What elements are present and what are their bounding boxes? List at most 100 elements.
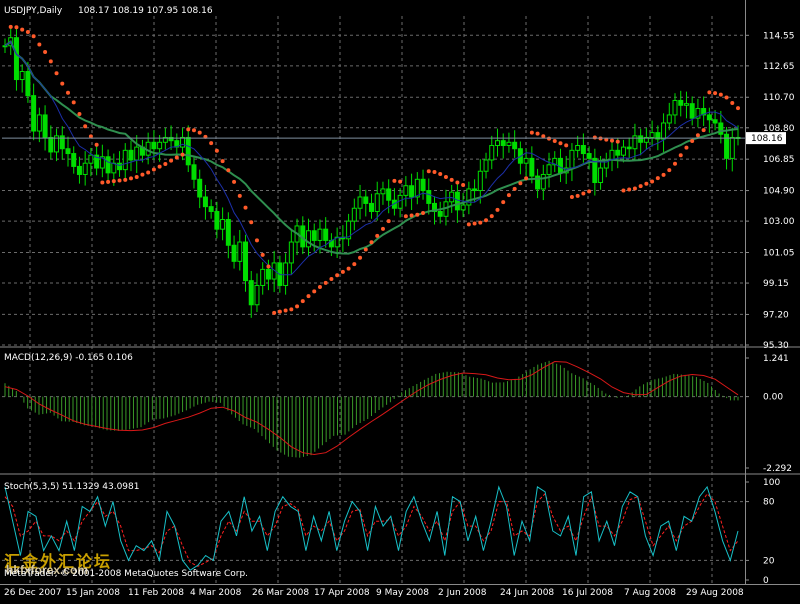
x-tick-label: 7 Aug 2008 xyxy=(624,588,676,598)
sar-dot xyxy=(180,152,185,157)
x-tick-label: 9 May 2008 xyxy=(376,588,429,598)
sar-dot xyxy=(71,100,76,105)
sar-dot xyxy=(587,189,592,194)
candle-body xyxy=(65,148,71,155)
sar-dot xyxy=(409,213,414,218)
candle-body xyxy=(506,141,512,147)
sar-dot xyxy=(60,81,65,86)
candle-body xyxy=(523,157,529,164)
candle-body xyxy=(546,164,552,175)
candle-body xyxy=(311,230,317,241)
candle-body xyxy=(288,241,294,264)
sar-dot xyxy=(312,289,317,294)
y-tick-label: 80 xyxy=(763,498,775,508)
x-tick-label: 24 Jun 2008 xyxy=(500,588,554,598)
candle-body xyxy=(683,103,689,106)
candle-body xyxy=(460,204,466,211)
candle-body xyxy=(128,149,134,161)
candle-body xyxy=(42,114,48,138)
metatrader-credits: MetaTrader, © 2001-2008 MetaQuotes Softw… xyxy=(4,569,249,579)
sar-dot xyxy=(380,226,385,231)
x-tick-label: 26 Mar 2008 xyxy=(252,588,309,598)
chart-root: 26 Dec 2007 15 Jan 2008 11 Feb 2008 4 Mar 2… xyxy=(0,0,800,600)
candle-body xyxy=(420,178,426,192)
candle-body xyxy=(689,103,695,119)
sar-dot xyxy=(220,159,225,164)
sar-dot xyxy=(209,141,214,146)
y-tick-label: 0 xyxy=(763,576,769,586)
candle-body xyxy=(426,190,432,204)
sar-dot xyxy=(592,135,597,140)
sar-dot xyxy=(541,134,546,139)
sar-dot xyxy=(214,148,219,153)
sar-dot xyxy=(289,307,294,312)
candle-body xyxy=(71,153,77,167)
candle-body xyxy=(134,146,140,161)
y-tick-label: 1.241 xyxy=(763,354,789,364)
x-tick-label: 16 Jul 2008 xyxy=(562,588,613,598)
sar-dot xyxy=(506,193,511,198)
candle-body xyxy=(243,241,249,282)
x-tick-label: 26 Dec 2007 xyxy=(4,588,62,598)
sar-dot xyxy=(43,50,48,55)
sar-dot xyxy=(695,133,700,138)
candle-body xyxy=(472,188,478,192)
candle-body xyxy=(25,71,31,97)
stoch-title: Stoch(5,3,5) 51.1329 43.0981 xyxy=(4,482,139,492)
candle-body xyxy=(494,140,500,147)
sar-dot xyxy=(54,71,59,76)
sar-dot xyxy=(678,153,683,158)
sar-dot xyxy=(615,139,620,144)
candle-body xyxy=(214,210,220,230)
candle-body xyxy=(512,141,518,150)
sar-dot xyxy=(461,182,466,187)
sar-dot xyxy=(518,181,523,186)
sar-dot xyxy=(535,131,540,136)
candle-body xyxy=(483,159,489,172)
sar-dot xyxy=(163,162,168,167)
sar-dot xyxy=(37,42,42,47)
candle-body xyxy=(529,157,535,177)
candle-body xyxy=(620,146,626,156)
sar-dot xyxy=(128,176,133,181)
sar-dot xyxy=(529,130,534,135)
candle-body xyxy=(180,136,186,148)
sar-dot xyxy=(736,106,740,111)
sar-dot xyxy=(346,266,351,271)
sar-dot xyxy=(386,219,391,224)
sar-dot xyxy=(191,128,196,133)
candle-body xyxy=(48,136,54,153)
candle-body xyxy=(105,156,111,174)
candle-body xyxy=(151,141,157,150)
candle-body xyxy=(197,178,203,198)
x-tick-label: 29 Aug 2008 xyxy=(686,588,744,598)
sar-dot xyxy=(558,141,563,146)
sar-dot xyxy=(369,240,374,245)
sar-dot xyxy=(352,262,357,267)
candle-body xyxy=(36,114,42,132)
sar-dot xyxy=(421,211,426,216)
sar-dot xyxy=(449,177,454,182)
candle-body xyxy=(609,149,615,161)
sar-dot xyxy=(300,299,305,304)
sar-dot xyxy=(610,138,615,143)
candle-body xyxy=(231,244,237,262)
candle-body xyxy=(323,228,329,241)
x-tick-label: 4 Mar 2008 xyxy=(190,588,242,598)
sar-dot xyxy=(111,179,116,184)
x-tick-label: 17 Apr 2008 xyxy=(314,588,370,598)
candle-body xyxy=(13,37,19,81)
candle-body xyxy=(569,149,575,169)
sar-dot xyxy=(512,186,517,191)
sar-dot xyxy=(31,34,36,39)
x-tick-label: 11 Feb 2008 xyxy=(128,588,184,598)
sar-dot xyxy=(317,284,322,289)
sar-dot xyxy=(25,29,30,34)
sar-dot xyxy=(673,161,678,166)
sar-dot xyxy=(690,139,695,144)
x-tick-label: 2 Jun 2008 xyxy=(438,588,487,598)
sar-dot xyxy=(638,184,643,189)
sar-dot xyxy=(277,309,282,314)
sar-dot xyxy=(14,25,19,30)
sar-dot xyxy=(174,155,179,160)
